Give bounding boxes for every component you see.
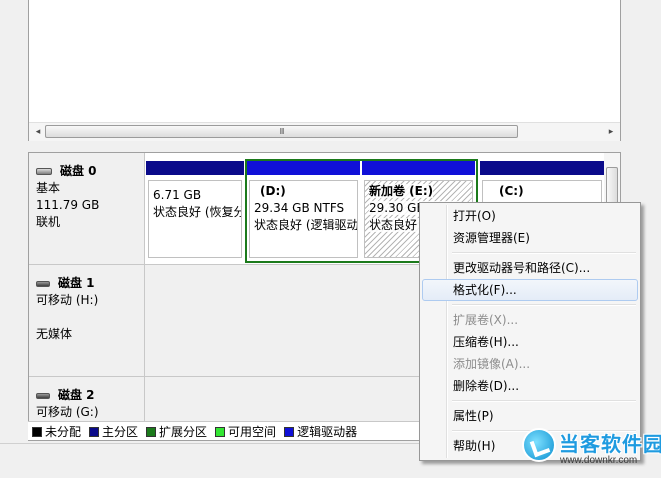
menu-item-add-mirror: 添加镜像(A)... — [453, 357, 531, 371]
disk-type: 基本 — [36, 181, 61, 195]
partition-d[interactable]: (D:) 29.34 GB NTFS 状态良好 (逻辑驱动 — [246, 159, 361, 261]
scroll-left-arrow-icon[interactable]: ◂ — [31, 125, 45, 139]
disk-status: 联机 — [36, 215, 61, 229]
legend-swatch — [89, 426, 100, 437]
disk-size: 111.79 GB — [36, 198, 100, 212]
watermark-url: www.downkr.com — [560, 455, 638, 466]
legend-free-space: 可用空间 — [215, 423, 276, 440]
disk-name: 磁盘 0 — [60, 164, 97, 178]
menu-item-delete-volume[interactable]: 删除卷(D)... — [422, 375, 638, 397]
legend-label: 主分区 — [102, 424, 139, 439]
horizontal-scroll-thumb[interactable]: III — [45, 125, 518, 138]
menu-item-format[interactable]: 格式化(F)... — [422, 279, 638, 301]
partition-bar — [362, 161, 475, 175]
scroll-grip-icon: III — [279, 127, 284, 136]
legend-unallocated: 未分配 — [32, 423, 81, 440]
disk-name: 磁盘 1 — [58, 276, 95, 290]
legend-extended: 扩展分区 — [146, 423, 207, 440]
legend-swatch — [32, 426, 42, 437]
legend-label: 未分配 — [45, 424, 82, 439]
menu-item-extend-volume: 扩展卷(X)... — [453, 313, 519, 327]
legend-primary: 主分区 — [89, 423, 138, 440]
disk-1-name: 磁盘 1 — [36, 275, 144, 292]
legend-label: 扩展分区 — [159, 424, 208, 439]
menu-item-shrink-volume[interactable]: 压缩卷(H)... — [422, 331, 638, 353]
watermark-title: 当客软件园 — [559, 432, 661, 456]
menu-item-explore[interactable]: 资源管理器(E) — [422, 227, 638, 249]
legend-label: 逻辑驱动器 — [297, 424, 358, 439]
disk-0-name: 磁盘 0 — [36, 163, 144, 180]
menu-separator — [452, 400, 636, 402]
context-menu: 打开(O) 资源管理器(E) 更改驱动器号和路径(C)... 格式化(F)...… — [419, 202, 641, 461]
disk-spacer — [36, 309, 144, 326]
menu-separator — [452, 252, 636, 254]
partition-status: 状态良好 (恢复分 — [153, 205, 242, 219]
menu-item-change-drive-letter[interactable]: 更改驱动器号和路径(C)... — [422, 257, 638, 279]
legend-swatch — [284, 426, 295, 437]
vertical-scroll-thumb[interactable] — [606, 167, 618, 207]
partition-bar — [146, 161, 244, 175]
disk-name: 磁盘 2 — [58, 388, 95, 402]
disk-1-label[interactable]: 磁盘 1 可移动 (H:) 无媒体 — [29, 265, 145, 377]
partition-status: 状态良好 (逻辑驱动 — [254, 218, 358, 232]
partition-volume: (C:) — [499, 184, 524, 198]
partition-size: 29.34 GB NTFS — [254, 201, 345, 215]
legend-logical: 逻辑驱动器 — [284, 423, 357, 440]
legend-label: 可用空间 — [228, 424, 277, 439]
site-logo-icon — [522, 428, 556, 462]
partition-size: 6.71 GB — [153, 188, 202, 202]
menu-item-properties[interactable]: 属性(P) — [422, 405, 638, 427]
removable-disk-icon — [36, 280, 50, 287]
partition-volume: 新加卷 (E:) — [369, 184, 434, 198]
removable-disk-icon — [36, 392, 50, 399]
partition-body: (D:) 29.34 GB NTFS 状态良好 (逻辑驱动 — [249, 180, 358, 258]
hard-disk-icon — [36, 168, 52, 175]
disk-type: 可移动 (G:) — [36, 405, 99, 419]
disk-status: 无媒体 — [36, 327, 73, 341]
partition-recovery[interactable]: 6.71 GB 状态良好 (恢复分 — [145, 159, 245, 261]
disk-0-label[interactable]: 磁盘 0 基本 111.79 GB 联机 — [29, 153, 145, 265]
volume-list-pane[interactable] — [28, 0, 621, 141]
menu-item-open[interactable]: 打开(O) — [422, 205, 638, 227]
disk-2-name: 磁盘 2 — [36, 387, 144, 404]
partition-bar — [247, 161, 360, 175]
scroll-right-arrow-icon[interactable]: ▸ — [604, 125, 618, 139]
legend-swatch — [215, 426, 226, 437]
partition-volume: (D:) — [260, 184, 286, 198]
partition-body: 6.71 GB 状态良好 (恢复分 — [148, 180, 242, 258]
watermark: 当客软件园 www.downkr.com — [522, 426, 661, 472]
menu-separator — [452, 304, 636, 306]
legend: 未分配 主分区 扩展分区 可用空间 逻辑驱动器 — [28, 421, 424, 440]
horizontal-scrollbar[interactable]: ◂ III ▸ — [29, 122, 620, 141]
legend-swatch — [146, 426, 157, 437]
partition-bar — [480, 161, 604, 175]
disk-management-window: ◂ III ▸ 磁盘 0 基本 111.79 GB 联机 6.71 GB 状态良… — [0, 0, 661, 478]
disk-type: 可移动 (H:) — [36, 293, 99, 307]
